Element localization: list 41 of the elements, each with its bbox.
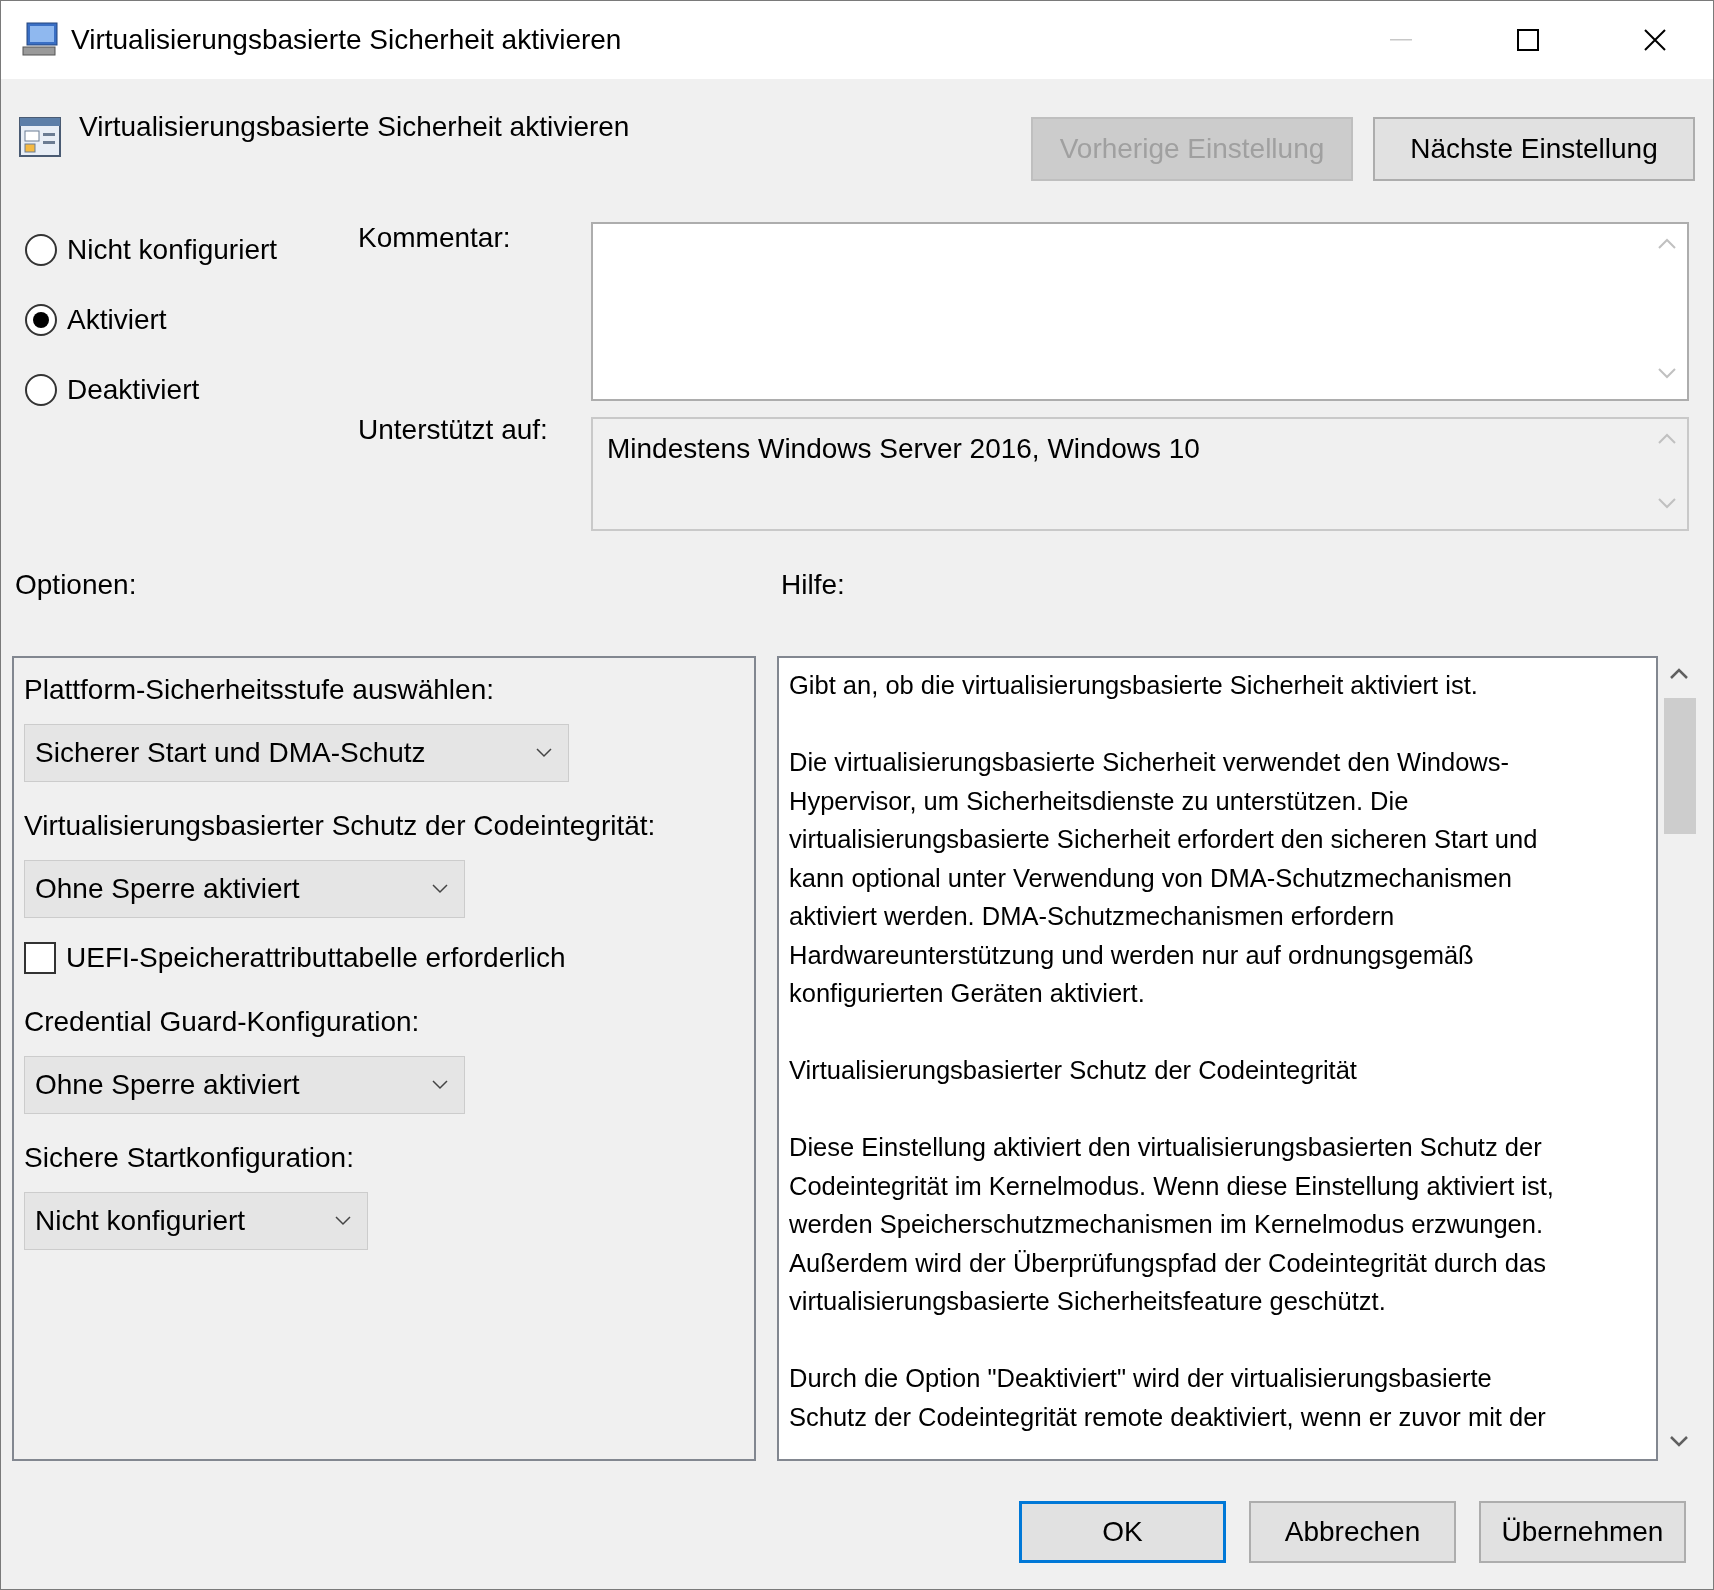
options-label: Optionen:: [15, 569, 138, 601]
chevron-down-icon: [535, 748, 552, 758]
supported-label: Unterstützt auf:: [358, 414, 549, 446]
radio-button[interactable]: [25, 304, 57, 336]
maximize-button[interactable]: [1516, 29, 1539, 51]
option-label: Plattform-Sicherheitsstufe auswählen:: [24, 674, 495, 707]
computer-icon: [21, 21, 61, 59]
close-button[interactable]: [1643, 29, 1666, 51]
setting-title: Virtualisierungsbasierte Sicherheit aktivieren: [79, 111, 631, 143]
radio-button[interactable]: [25, 234, 57, 266]
next-setting-button[interactable]: Nächste Einstellung: [1373, 117, 1695, 181]
checkbox-label[interactable]: UEFI-Speicherattributtabelle erforderlich: [66, 942, 566, 974]
help-paragraph: Virtualisierungsbasierter Schutz der Codeintegrität: [789, 1055, 1358, 1086]
radio-label[interactable]: Nicht konfiguriert: [67, 234, 278, 266]
dropdown[interactable]: Nicht konfiguriert: [24, 1192, 369, 1250]
help-paragraph: Gibt an, ob die virtualisierungsbasierte Sicherheit aktiviert ist.: [789, 670, 1479, 701]
option-label: Credential Guard-Konfiguration:: [24, 1006, 421, 1039]
supported-text: Mindestens Windows Server 2016, Windows 10: [607, 432, 1201, 466]
dropdown[interactable]: Ohne Sperre aktiviert: [24, 1056, 465, 1114]
comment-label: Kommentar:: [358, 222, 512, 254]
chevron-down-icon: [431, 884, 448, 894]
chevron-down-icon: [335, 1216, 352, 1226]
policy-settings-icon: [19, 117, 61, 157]
dropdown[interactable]: Ohne Sperre aktiviert: [24, 860, 465, 918]
comment-field[interactable]: [591, 222, 1689, 401]
help-paragraph: Diese Einstellung aktiviert den virtualisierungsbasierten Schutz der Codeintegrität im Kernelmodus. Wenn diese Einstellung aktiviert ist, werden Speicherschutzmechanismen im Kernelmodus erzwungen. Außerdem wird der Überprüfungspfad der Codeintegrität durch das virtualisierungsbasierte Sicherheitsfeature geschützt.: [789, 1132, 1555, 1317]
dialog-button[interactable]: Abbrechen: [1249, 1501, 1456, 1563]
radio-button[interactable]: [25, 374, 57, 406]
help-label: Hilfe:: [781, 569, 846, 601]
dialog-button[interactable]: Übernehmen: [1479, 1501, 1686, 1563]
chevron-down-icon: [431, 1080, 448, 1090]
window-title: Virtualisierungsbasierte Sicherheit aktivieren: [71, 24, 623, 56]
help-paragraph: Durch die Option "Deaktiviert" wird der virtualisierungsbasierte Schutz der Codeintegrität remote deaktiviert, wenn er zuvor mit der: [789, 1363, 1547, 1433]
dropdown[interactable]: Sicherer Start und DMA-Schutz: [24, 724, 569, 782]
help-paragraph: Die virtualisierungsbasierte Sicherheit verwendet den Windows- Hypervisor, um Sicherheitsdienste zu unterstützen. Die virtualisierungsbasierte Sicherheit erfordert den sicheren Start und kann optional unter Verwendung von DMA-Schutzmechanismen aktiviert werden. DMA-Schutzmechanismen erfordern Hardwareunterstützung und werden nur auf ordnungsgemäß konfigurierten Geräten aktiviert.: [789, 747, 1539, 1009]
dialog-button[interactable]: OK: [1019, 1501, 1226, 1563]
option-label: Virtualisierungsbasierter Schutz der Codeintegrität:: [24, 810, 657, 843]
checkbox[interactable]: [24, 942, 56, 974]
radio-label[interactable]: Aktiviert: [67, 304, 167, 336]
radio-label[interactable]: Deaktiviert: [67, 374, 200, 406]
option-label: Sichere Startkonfiguration:: [24, 1142, 355, 1175]
